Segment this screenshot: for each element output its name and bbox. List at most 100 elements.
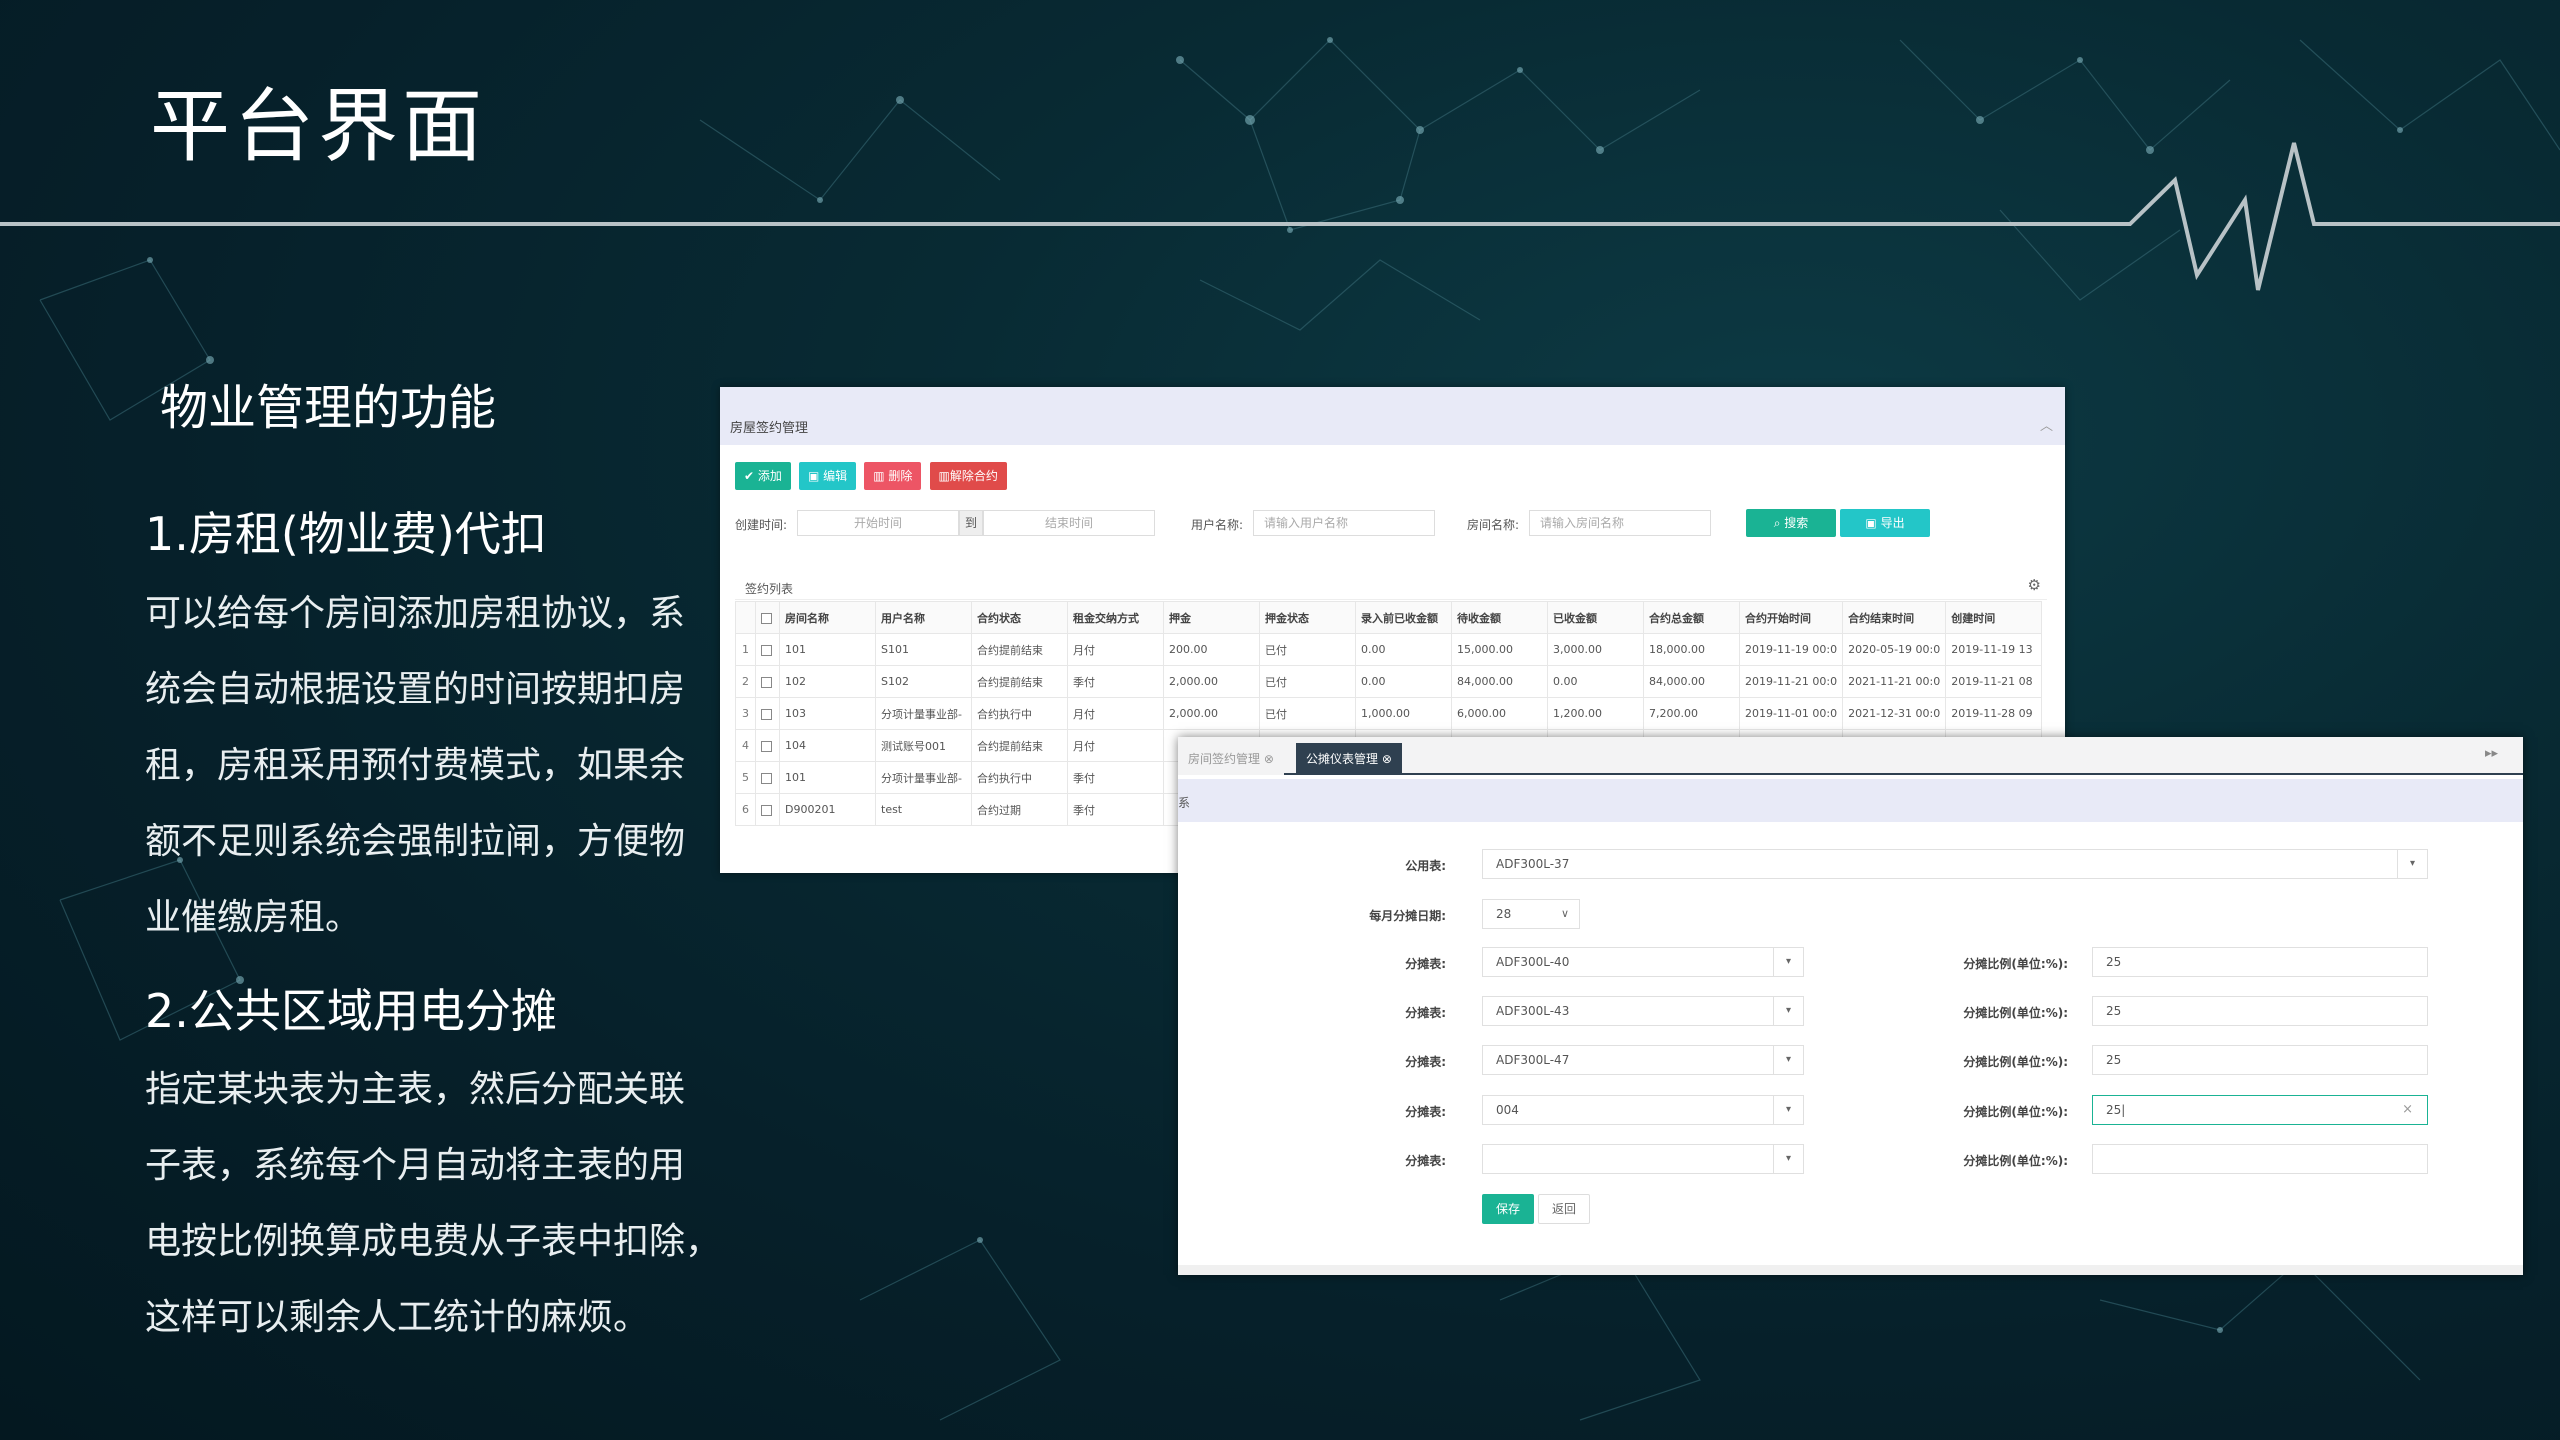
column-header[interactable]: 合约开始时间 [1738, 601, 1844, 634]
table-cell: 2020-05-19 00:0 [1842, 633, 1947, 666]
row-checkbox[interactable] [755, 729, 780, 762]
table-cell: 已付 [1259, 665, 1356, 698]
clear-icon[interactable]: × [2402, 1096, 2413, 1124]
column-header[interactable]: 录入前已收金额 [1355, 601, 1452, 634]
section2-heading: 2.公共区域用电分摊 [145, 984, 557, 1038]
ratio-value: 25 [2106, 1004, 2122, 1018]
ratio-input-active[interactable]: 25| × [2092, 1095, 2428, 1125]
end-time-input[interactable]: 结束时间 [983, 510, 1155, 536]
row-checkbox[interactable] [755, 697, 780, 730]
export-label: 导出 [1880, 516, 1905, 530]
sub-meter-select[interactable]: ADF300L-47 ▾ [1482, 1045, 1804, 1075]
row-checkbox[interactable] [755, 761, 780, 794]
chevron-down-icon: ▾ [1773, 1145, 1803, 1173]
ratio-value: 25 [2106, 1053, 2122, 1067]
table-cell: test [875, 793, 972, 826]
window-footer [1178, 1265, 2523, 1275]
room-name-input[interactable]: 请输入房间名称 [1529, 510, 1711, 536]
column-header[interactable]: 用户名称 [875, 601, 972, 634]
table-row[interactable]: 3 103 分项计量事业部- 合约执行中 月付 2,000.00 已付 1,000.00 6,0… [735, 697, 2043, 730]
column-header[interactable]: 待收金额 [1451, 601, 1548, 634]
table-cell: 104 [779, 729, 876, 762]
user-name-label: 用户名称: [1191, 518, 1244, 532]
column-header[interactable]: 已收金额 [1547, 601, 1644, 634]
forward-icon[interactable]: ▸▸ [2485, 746, 2498, 761]
row-index: 3 [735, 697, 756, 730]
column-header[interactable]: 合约状态 [971, 601, 1068, 634]
row-checkbox[interactable] [755, 633, 780, 666]
table-row[interactable]: 1 101 S101 合约提前结束 月付 200.00 已付 0.00 15,000.00 3,0… [735, 633, 2043, 666]
user-name-input[interactable]: 请输入用户名称 [1253, 510, 1435, 536]
ratio-input[interactable] [2092, 1144, 2428, 1174]
sub-meter-select[interactable]: ADF300L-43 ▾ [1482, 996, 1804, 1026]
column-header[interactable]: 合约总金额 [1643, 601, 1740, 634]
public-meter-label: 公用表: [1405, 859, 1446, 873]
save-button[interactable]: 保存 [1482, 1194, 1534, 1224]
collapse-icon[interactable]: ︿ [2040, 415, 2053, 434]
allocation-day-select[interactable]: 28 ∨ [1482, 899, 1580, 929]
column-header[interactable]: 押金状态 [1259, 601, 1356, 634]
table-cell: 1,200.00 [1547, 697, 1644, 730]
table-cell: 101 [779, 761, 876, 794]
close-icon[interactable]: ⊗ [1264, 752, 1274, 766]
delete-label: 删除 [888, 469, 913, 483]
edit-label: 编辑 [823, 469, 848, 483]
table-header-row: 房间名称 用户名称 合约状态 租金交纳方式 押金 押金状态 录入前已收金额 待收… [735, 601, 2043, 634]
ratio-input[interactable]: 25 [2092, 1045, 2428, 1075]
checkbox-icon [761, 708, 772, 720]
public-meter-select[interactable]: ADF300L-37 ▾ [1482, 849, 2428, 879]
table-cell: S102 [875, 665, 972, 698]
allocation-day-value: 28 [1496, 907, 1512, 921]
table-row[interactable]: 2 102 S102 合约提前结束 季付 2,000.00 已付 0.00 84,000.00 0… [735, 665, 2043, 698]
search-button[interactable]: ⌕ 搜索 [1746, 509, 1836, 537]
ratio-input[interactable]: 25 [2092, 947, 2428, 977]
table-cell: 2021-11-21 00:0 [1842, 665, 1947, 698]
column-header[interactable]: 合约结束时间 [1842, 601, 1947, 634]
select-all-checkbox[interactable] [755, 601, 780, 634]
delete-button[interactable]: ▥ 删除 [864, 462, 922, 490]
column-header[interactable]: 租金交纳方式 [1067, 601, 1164, 634]
slide-title: 平台界面 [150, 80, 486, 173]
section1-heading: 1.房租(物业费)代扣 [145, 507, 547, 561]
start-time-input[interactable]: 开始时间 [797, 510, 959, 536]
section2-line: 电按比例换算成电费从子表中扣除， [145, 1221, 722, 1262]
sub-meter-value: ADF300L-40 [1496, 955, 1570, 969]
ratio-label: 分摊比例(单位:%): [1963, 1105, 2068, 1119]
sub-meter-label: 分摊表: [1405, 957, 1446, 971]
tab-bar: 房间签约管理 ⊗ 公摊仪表管理 ⊗ ▸▸ [1178, 737, 2523, 775]
terminate-icon: ▥ [938, 469, 950, 483]
tab-meter-management[interactable]: 公摊仪表管理 ⊗ [1296, 743, 1402, 775]
sub-meter-select[interactable]: ADF300L-40 ▾ [1482, 947, 1804, 977]
search-icon: ⌕ [1773, 516, 1785, 530]
table-cell: 200.00 [1163, 633, 1260, 666]
export-button[interactable]: ▣ 导出 [1840, 509, 1930, 537]
add-button[interactable]: ✔ 添加 [735, 462, 791, 490]
checkbox-icon [761, 644, 772, 656]
terminate-contract-button[interactable]: ▥解除合约 [929, 462, 1007, 490]
sub-meter-label: 分摊表: [1405, 1154, 1446, 1168]
back-button[interactable]: 返回 [1538, 1194, 1590, 1224]
column-header[interactable]: 房间名称 [779, 601, 876, 634]
table-cell: 季付 [1067, 665, 1164, 698]
column-header[interactable]: 创建时间 [1945, 601, 2043, 634]
ratio-value: 25 [2106, 1103, 2122, 1117]
sub-meter-value: 004 [1496, 1103, 1519, 1117]
tab-contract-management[interactable]: 房间签约管理 ⊗ [1178, 743, 1284, 775]
close-icon[interactable]: ⊗ [1382, 752, 1392, 766]
sub-meter-label: 分摊表: [1405, 1105, 1446, 1119]
table-cell: S101 [875, 633, 972, 666]
gear-icon[interactable]: ⚙ [2028, 576, 2041, 594]
table-cell: 合约执行中 [971, 697, 1068, 730]
column-header[interactable]: 押金 [1163, 601, 1260, 634]
row-checkbox[interactable] [755, 665, 780, 698]
ratio-input[interactable]: 25 [2092, 996, 2428, 1026]
table-cell: 月付 [1067, 697, 1164, 730]
checkbox-icon [761, 676, 772, 688]
slide-subtitle: 物业管理的功能 [160, 380, 497, 436]
row-index: 2 [735, 665, 756, 698]
row-checkbox[interactable] [755, 793, 780, 826]
table-cell: 6,000.00 [1451, 697, 1548, 730]
edit-button[interactable]: ▣ 编辑 [798, 462, 857, 490]
sub-meter-select[interactable]: ▾ [1482, 1144, 1804, 1174]
sub-meter-select[interactable]: 004 ▾ [1482, 1095, 1804, 1125]
